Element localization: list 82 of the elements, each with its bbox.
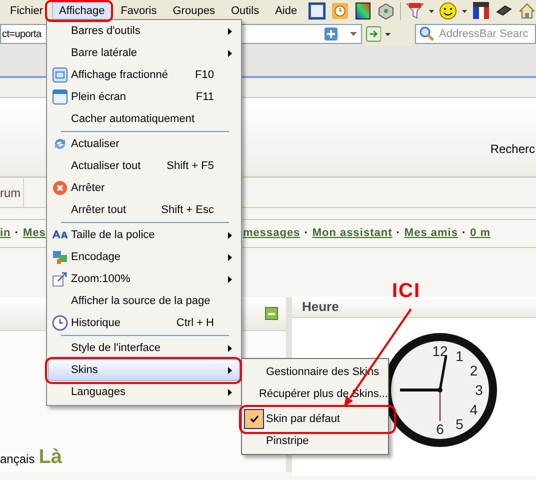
nav-link[interactable]: Mon assistant [312, 225, 392, 242]
clock-numeral: 4 [470, 401, 478, 417]
menu-item[interactable]: Plein écran F11 [48, 86, 240, 108]
menu-item[interactable]: Skins [48, 359, 240, 381]
clock-icon [331, 2, 350, 20]
gradient-icon [354, 2, 372, 20]
encoding-icon [52, 249, 68, 265]
clock-numeral: 3 [475, 382, 483, 398]
document-icon [308, 2, 326, 20]
caret-icon [462, 10, 468, 12]
clock-numeral: 5 [456, 415, 464, 432]
flag-icon [472, 2, 490, 20]
nav-tab[interactable]: rum [0, 178, 24, 207]
menu-item[interactable]: Skin par défaut [242, 408, 388, 430]
menu-item[interactable]: Afficher la source de la page [48, 290, 240, 312]
home-icon [518, 2, 536, 20]
dropdown-caret-icon [350, 32, 357, 36]
link-separator: · [14, 226, 19, 242]
menu-item[interactable]: Style de l'interface [48, 337, 240, 359]
menu-item[interactable]: Actualiser [48, 133, 240, 155]
body-text: ançais [0, 451, 35, 468]
menu-item[interactable]: Historique Ctrl + H [48, 312, 240, 334]
cube-icon [377, 2, 396, 20]
shortcut-text: F10 [195, 68, 214, 83]
nav-link[interactable]: 0 m [470, 225, 491, 242]
panel-title: Heure [302, 298, 339, 316]
caret-icon [385, 32, 391, 36]
shortcut-text: F11 [196, 90, 214, 105]
refresh-icon [52, 136, 68, 152]
menu-bar-item[interactable]: Fichier [3, 2, 50, 20]
nav-link[interactable]: Mes [22, 225, 46, 242]
menu-item[interactable]: Barres d'outils [48, 20, 240, 42]
menu-item[interactable]: Cacher automatiquement [48, 108, 240, 130]
menu-item[interactable]: Encodage [48, 246, 240, 268]
link-separator: · [462, 226, 466, 242]
nav-link[interactable]: in [0, 225, 11, 242]
go-icon [366, 26, 382, 42]
clock-icon [52, 315, 68, 331]
clock-numeral: 2 [470, 362, 478, 378]
nav-link[interactable]: messages [243, 225, 300, 242]
menu-item[interactable]: Récupérer plus de Skins... [242, 383, 388, 405]
menu-item[interactable]: Affichage fractionné F10 [48, 64, 240, 86]
highlight-ring [45, 0, 113, 22]
menu-item[interactable]: Languages [48, 381, 240, 403]
link-separator: · [396, 226, 400, 242]
window-icon [52, 89, 68, 105]
zoom-icon [52, 271, 68, 287]
filter-icon [406, 2, 424, 20]
menu-item[interactable]: Pinstripe [242, 430, 388, 452]
menu-bar-item[interactable]: Affichage [52, 2, 112, 20]
nav-link[interactable]: Mes amis [404, 225, 458, 242]
clock-numeral: 6 [436, 420, 444, 436]
link-separator: · [304, 226, 308, 242]
search-label: Recherc [490, 141, 535, 158]
menu-item[interactable]: Arrêter [48, 177, 240, 199]
search-input: AddressBar Searc [439, 26, 535, 42]
menu-bar-item[interactable]: Outils [224, 2, 266, 20]
search-icon [419, 26, 435, 42]
clock-numeral: 1 [456, 348, 464, 364]
plus-icon [324, 27, 338, 41]
collapse-icon [265, 307, 278, 320]
split-view-icon [52, 67, 68, 83]
caret-icon [429, 10, 434, 12]
smiley-icon [439, 2, 458, 20]
shortcut-text: Shift + Esc [161, 202, 214, 218]
address-text: ct=uporta [2, 28, 42, 42]
menu-item[interactable]: Taille de la police [48, 224, 240, 246]
menu-item[interactable]: Arrêter tout Shift + Esc [48, 199, 240, 221]
body-heading: Là [38, 446, 62, 468]
shortcut-text: Shift + F5 [166, 158, 214, 174]
check-icon [250, 415, 258, 423]
annotation-label: ICI [392, 281, 421, 301]
menu-bar-item[interactable]: Groupes [166, 2, 222, 20]
clock-numeral: 12 [432, 342, 448, 358]
search-field[interactable]: AddressBar Searc [415, 24, 536, 44]
menu-bar-item[interactable]: Favoris [114, 2, 164, 20]
menu-item[interactable]: Barre latérale [48, 42, 240, 64]
menu-item[interactable]: Zoom:100% [48, 268, 240, 290]
stop-icon [52, 180, 68, 196]
shortcut-text: Ctrl + H [176, 316, 214, 331]
menu-item[interactable]: Actualiser tout Shift + F5 [48, 155, 240, 177]
menu-bar-item[interactable]: Aide [268, 2, 304, 20]
